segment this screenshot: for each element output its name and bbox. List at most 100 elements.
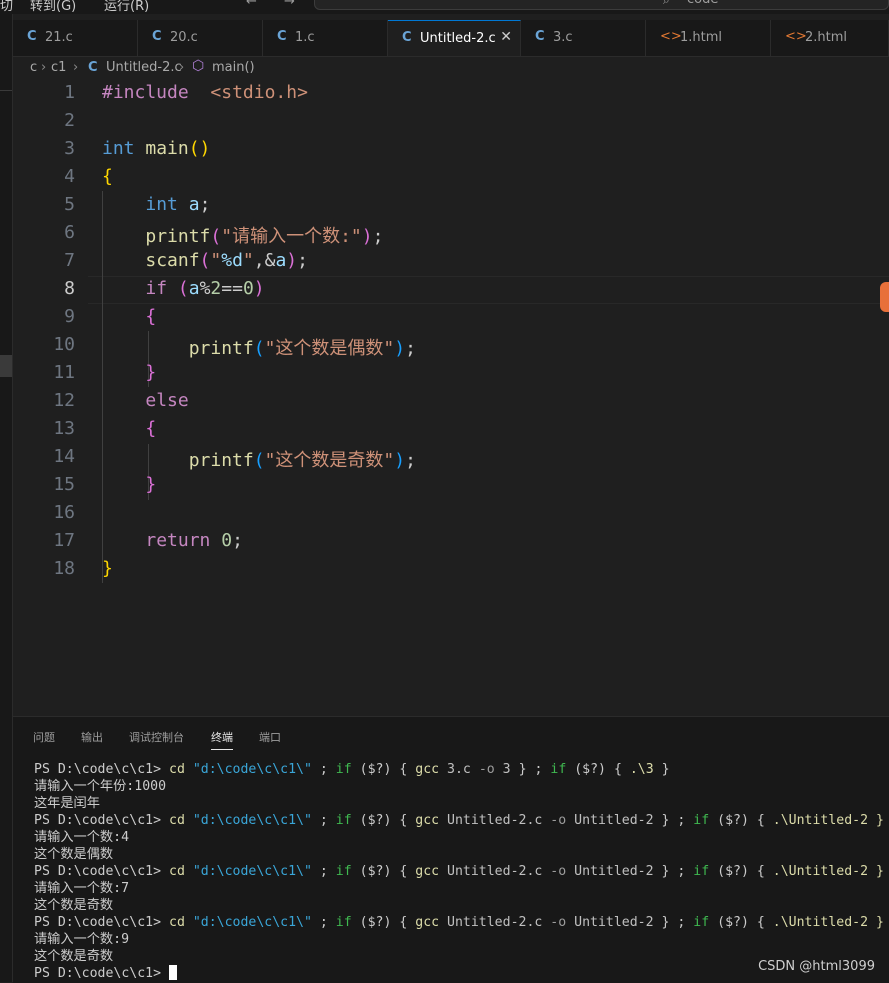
brace: } [661, 813, 670, 828]
activity-indicator[interactable] [0, 355, 12, 377]
brace: { [756, 864, 765, 879]
terminal-command-line: PS D:\code\c\c1> cd "d:\code\c\c1\" ; if… [34, 914, 889, 931]
token: { [102, 166, 113, 187]
cmd: cd [169, 915, 185, 930]
prompt: PS D:\code\c\c1> [34, 915, 162, 930]
breadcrumb-root[interactable]: c [30, 60, 37, 75]
c-file-icon: C [277, 29, 287, 44]
breadcrumb-file[interactable]: Untitled-2.c [106, 60, 182, 75]
token: { [145, 418, 157, 439]
sep: ; [319, 762, 328, 777]
terminal-output-line: 请输入一个数:9 [34, 932, 130, 947]
path-arg: "d:\code\c\c1\" [192, 813, 312, 828]
tab-label: 2.html [805, 30, 848, 45]
tab-label: 1.html [680, 30, 723, 45]
line-number: 1 [64, 82, 75, 103]
prompt: PS D:\code\c\c1> [34, 966, 162, 981]
path-arg: "d:\code\c\c1\" [192, 864, 312, 879]
terminal-command-line: PS D:\code\c\c1> cd "d:\code\c\c1\" ; if… [34, 863, 889, 880]
line-number: 12 [53, 390, 75, 411]
back-arrow-icon[interactable]: ← [246, 0, 257, 9]
code-line: 10 printf("这个数是偶数"); [13, 331, 889, 359]
activity-divider [0, 90, 12, 91]
tab-terminal[interactable]: 终端 [211, 729, 233, 750]
command-center-search[interactable]: ⌕ code [314, 0, 889, 10]
code-line: 1 #include <stdio.h> [13, 79, 889, 107]
brace: { [399, 915, 408, 930]
menu-item-partial[interactable]: 切 [0, 0, 13, 14]
arg: Untitled-2 [574, 915, 654, 930]
token: ( [199, 250, 211, 271]
kw: if [693, 864, 710, 879]
symbol-method-icon: ⬡ [192, 58, 205, 74]
arg: 3.c [447, 762, 471, 777]
token: 0 [242, 278, 254, 299]
code-line: 17 return 0; [13, 527, 889, 555]
tab-1-c[interactable]: C 1.c [263, 20, 388, 56]
token: return [145, 530, 211, 551]
code-editor[interactable]: 1 #include <stdio.h> 2 3 int main() 4 { … [13, 79, 889, 715]
extension-badge-icon[interactable] [880, 282, 889, 312]
opt: -o [550, 915, 567, 930]
tab-label: 3.c [553, 30, 573, 45]
tab-debug-console[interactable]: 调试控制台 [129, 729, 184, 745]
token: " [210, 250, 222, 271]
chevron-right-icon: › [73, 60, 79, 75]
arg: Untitled-2.c [447, 813, 543, 828]
brace: { [613, 762, 622, 777]
tab-21-c[interactable]: C 21.c [13, 20, 138, 56]
tab-ports[interactable]: 端口 [259, 729, 281, 745]
terminal-output[interactable]: PS D:\code\c\c1> cd "d:\code\c\c1\" ; if… [34, 761, 889, 982]
line-number: 17 [53, 530, 75, 551]
code-line: 11 } [13, 359, 889, 387]
html-file-icon: <> [660, 29, 682, 44]
kw: if [693, 813, 710, 828]
tab-2-html[interactable]: <> 2.html [771, 20, 889, 56]
line-number: 8 [64, 278, 75, 299]
token: % [199, 278, 211, 299]
tab-untitled-2-c[interactable]: C Untitled-2.c ✕ [388, 20, 521, 56]
tab-20-c[interactable]: C 20.c [138, 20, 263, 56]
line-number: 16 [53, 502, 75, 523]
forward-arrow-icon[interactable]: → [284, 0, 295, 9]
line-number: 2 [64, 110, 75, 131]
cmd: gcc [415, 864, 440, 879]
token: int [145, 194, 178, 215]
terminal-output-line: 这年是闰年 [34, 796, 100, 811]
brace: } [661, 915, 670, 930]
terminal-output-line: 请输入一个数:7 [34, 881, 130, 896]
kw: if [335, 864, 352, 879]
prompt: PS D:\code\c\c1> [34, 813, 162, 828]
tab-problems[interactable]: 问题 [33, 729, 55, 745]
line-number: 5 [64, 194, 75, 215]
code-line: 9 { [13, 303, 889, 331]
c-file-icon: C [152, 29, 162, 44]
tab-1-html[interactable]: <> 1.html [646, 20, 771, 56]
tab-3-c[interactable]: C 3.c [521, 20, 646, 56]
close-icon[interactable]: ✕ [500, 29, 512, 45]
token: else [145, 390, 189, 411]
token: "这个数是偶数" [264, 338, 395, 359]
cmd: gcc [415, 762, 440, 777]
activity-bar [0, 14, 13, 982]
token: <stdio.h> [210, 82, 308, 103]
kw: if [550, 762, 567, 777]
line-number: 10 [53, 334, 75, 355]
menu-item-run[interactable]: 运行(R) [104, 0, 149, 14]
cmd: .\Untitled-2 } [772, 915, 884, 930]
line-number: 4 [64, 166, 75, 187]
menu-item-goto[interactable]: 转到(G) [30, 0, 76, 14]
sep: ; [677, 864, 686, 879]
cmd: .\Untitled-2 } [772, 813, 884, 828]
token: if [145, 278, 168, 299]
prompt: PS D:\code\c\c1> [34, 864, 162, 879]
breadcrumb-symbol[interactable]: main() [212, 60, 255, 75]
sep: ; [534, 762, 543, 777]
line-number: 15 [53, 474, 75, 495]
line-number: 18 [53, 558, 75, 579]
token: ( [253, 338, 265, 359]
terminal-command-line: PS D:\code\c\c1> cd "d:\code\c\c1\" ; if… [34, 761, 889, 778]
token: a [188, 194, 200, 215]
breadcrumb-folder[interactable]: c1 [51, 60, 66, 75]
tab-output[interactable]: 输出 [81, 729, 103, 745]
